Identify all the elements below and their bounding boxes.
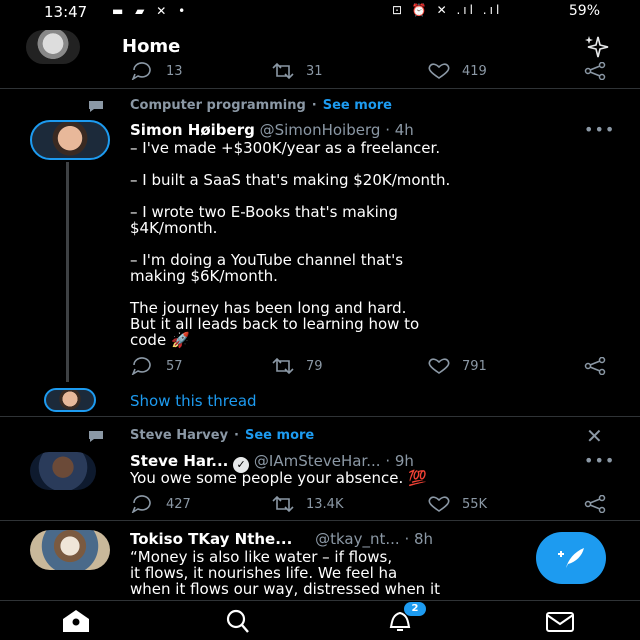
- heart-icon: [428, 496, 450, 512]
- retweet-count: 13.4K: [306, 496, 344, 512]
- compose-button[interactable]: [536, 532, 606, 584]
- top-header: Home: [0, 24, 640, 66]
- tweet-time: · 4h: [385, 121, 414, 139]
- share-icon: [584, 62, 606, 80]
- system-icons: ⊡ ⏰ ✕ .ıl .ıl: [392, 3, 503, 17]
- tweet-actions: 427 13.4K 55K: [130, 495, 610, 515]
- tweet-actions: 13 31 419: [130, 62, 610, 82]
- author-handle: @tkay_nt...: [315, 530, 400, 548]
- tweet-line: $4K/month.: [130, 219, 218, 237]
- author-avatar[interactable]: [30, 530, 110, 570]
- mail-icon[interactable]: [542, 607, 578, 635]
- tweet-time: · 8h: [404, 530, 434, 548]
- reply-button[interactable]: 57: [130, 357, 183, 375]
- divider: [0, 88, 640, 89]
- tweet-line: making $6K/month.: [130, 267, 278, 285]
- tweet-text: You owe some people your absence. 💯: [130, 469, 427, 487]
- topic-context: Steve Harvey · See more: [130, 428, 315, 443]
- notification-icons: ▬ ▰ ✕ •: [112, 4, 190, 18]
- dismiss-icon[interactable]: ✕: [586, 424, 603, 448]
- reply-count: 13: [166, 63, 183, 79]
- battery-level: 59%: [568, 3, 600, 19]
- like-button[interactable]: 419: [426, 62, 487, 80]
- author-name[interactable]: Simon Høiberg: [130, 121, 255, 139]
- divider: [0, 520, 640, 521]
- compose-icon: [558, 548, 584, 568]
- reply-count: 57: [166, 358, 183, 374]
- like-count: 55K: [462, 496, 488, 512]
- tweet-line: it flows, it nourishes life. We feel ha: [130, 564, 398, 582]
- author-handle: @IAmSteveHar...: [253, 452, 381, 470]
- retweet-icon: [272, 495, 294, 513]
- tweet-line: – I'm doing a YouTube channel that's: [130, 251, 404, 269]
- tweet-line: – I wrote two E-Books that's making: [130, 203, 398, 221]
- share-icon: [584, 495, 606, 513]
- notification-badge: 2: [404, 602, 426, 616]
- retweet-button[interactable]: 31: [270, 62, 323, 80]
- topic-context: Computer programming · See more: [130, 98, 392, 113]
- reply-count: 427: [166, 496, 191, 512]
- retweet-count: 31: [306, 63, 323, 79]
- tweet-line: when it flows our way, distressed when i…: [130, 580, 440, 598]
- search-icon[interactable]: [220, 607, 256, 635]
- tweet-line: “Money is also like water – if flows,: [130, 548, 393, 566]
- reply-icon: [131, 495, 151, 513]
- heart-icon: [428, 63, 450, 79]
- bottom-nav: [0, 600, 640, 640]
- tweet-header: Tokiso TKay Nthe... @tkay_nt... · 8h: [130, 530, 433, 548]
- page-title: Home: [122, 36, 181, 57]
- sparkle-icon[interactable]: [582, 34, 612, 60]
- show-thread-link[interactable]: Show this thread: [130, 392, 257, 410]
- retweet-button[interactable]: 13.4K: [270, 495, 343, 513]
- tweet-line: The journey has been long and hard.: [130, 299, 407, 317]
- more-options-icon[interactable]: •••: [584, 120, 615, 139]
- status-time: 13:47: [44, 3, 88, 21]
- share-button[interactable]: [582, 62, 608, 80]
- tweet-line: But it all leads back to learning how to: [130, 315, 420, 333]
- divider: [0, 416, 640, 417]
- see-more-link[interactable]: See more: [245, 428, 314, 443]
- like-button[interactable]: 55K: [426, 495, 487, 513]
- author-name[interactable]: Tokiso TKay Nthe...: [130, 530, 292, 548]
- profile-avatar[interactable]: [26, 30, 80, 64]
- topic-icon: [89, 101, 103, 112]
- reply-icon: [131, 62, 151, 80]
- reply-icon: [131, 357, 151, 375]
- like-count: 791: [462, 358, 487, 374]
- retweet-button[interactable]: 79: [270, 357, 323, 375]
- thread-connector: [66, 162, 69, 382]
- tweet-actions: 57 79 791: [130, 357, 610, 377]
- topic-icon: [89, 431, 103, 442]
- see-more-link[interactable]: See more: [323, 98, 392, 113]
- topic-label: Steve Harvey: [130, 428, 229, 443]
- more-options-icon[interactable]: •••: [584, 451, 615, 470]
- share-button[interactable]: [582, 495, 608, 513]
- retweet-icon: [272, 357, 294, 375]
- share-icon: [584, 357, 606, 375]
- author-handle: @SimonHoiberg: [259, 121, 381, 139]
- retweet-count: 79: [306, 358, 323, 374]
- author-name[interactable]: Steve Har...: [130, 452, 228, 470]
- tweet-line: – I've made +$300K/year as a freelancer.: [130, 139, 441, 157]
- author-avatar[interactable]: [30, 452, 96, 490]
- status-bar: 13:47 ▬ ▰ ✕ • ⊡ ⏰ ✕ .ıl .ıl 59%: [0, 0, 640, 24]
- topic-label: Computer programming: [130, 98, 306, 113]
- tweet-header: Simon Høiberg @SimonHoiberg · 4h: [130, 121, 414, 139]
- tweet-line: – I built a SaaS that's making $20K/mont…: [130, 171, 451, 189]
- heart-icon: [428, 358, 450, 374]
- tweet-line: code 🚀: [130, 331, 190, 349]
- like-count: 419: [462, 63, 487, 79]
- retweet-icon: [272, 62, 294, 80]
- share-button[interactable]: [582, 357, 608, 375]
- like-button[interactable]: 791: [426, 357, 487, 375]
- tweet-time: · 9h: [385, 452, 414, 470]
- author-avatar[interactable]: [30, 120, 110, 160]
- thread-avatar[interactable]: [44, 388, 96, 412]
- reply-button[interactable]: 13: [130, 62, 183, 80]
- home-icon[interactable]: [58, 607, 94, 635]
- reply-button[interactable]: 427: [130, 495, 191, 513]
